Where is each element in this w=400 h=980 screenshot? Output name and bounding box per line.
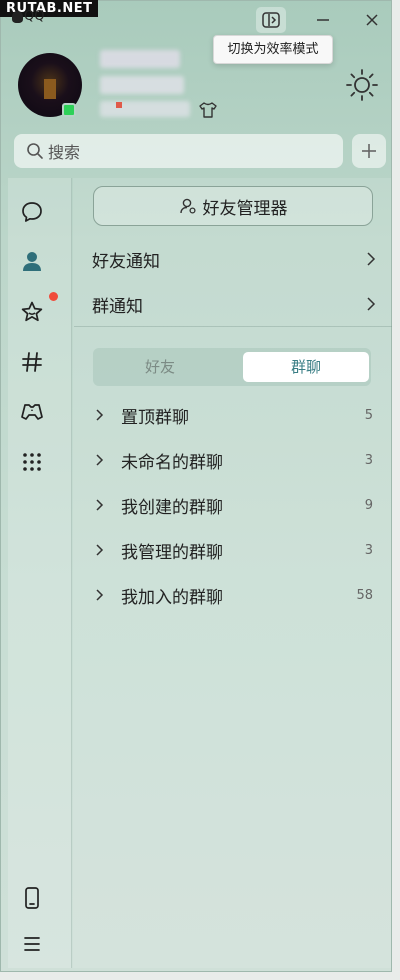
group-category-count: 5: [364, 407, 373, 423]
group-category-label: 置顶群聊: [121, 407, 189, 428]
tab-groups[interactable]: 群聊: [243, 352, 369, 382]
chevron-right-icon: [96, 544, 104, 556]
friend-notice-row[interactable]: 好友通知: [92, 244, 376, 274]
efficiency-mode-button[interactable]: [256, 7, 286, 33]
group-category-label: 我创建的群聊: [121, 497, 223, 518]
group-notice-label: 群通知: [92, 296, 143, 317]
outfit-shirt-icon[interactable]: [198, 100, 218, 120]
group-category-count: 3: [364, 542, 373, 558]
menu-icon[interactable]: [20, 932, 44, 956]
tab-friends[interactable]: 好友: [97, 352, 223, 382]
signature-redacted: [100, 76, 184, 94]
plus-icon: [362, 144, 376, 158]
search-input[interactable]: 搜索: [14, 134, 343, 168]
friend-manager-label: 好友管理器: [202, 198, 288, 219]
efficiency-tooltip: 切换为效率模式: [213, 35, 333, 64]
apps-grid-icon[interactable]: [20, 450, 44, 474]
contacts-tab-switcher: 好友 群聊: [93, 348, 371, 386]
phone-icon[interactable]: [20, 886, 44, 910]
theme-sun-icon[interactable]: [345, 68, 379, 102]
redacted-pixel: [116, 102, 122, 108]
group-category-count: 3: [364, 452, 373, 468]
hashtag-channel-icon[interactable]: [20, 350, 44, 374]
group-category-label: 未命名的群聊: [121, 452, 223, 473]
group-category-row[interactable]: 我加入的群聊 58: [93, 580, 375, 610]
contacts-person-icon[interactable]: [20, 249, 44, 273]
chevron-right-icon: [96, 409, 104, 421]
friend-manager-button[interactable]: 好友管理器: [93, 186, 373, 226]
group-category-row[interactable]: 我管理的群聊 3: [93, 535, 375, 565]
search-icon: [27, 143, 43, 159]
chevron-right-icon: [96, 454, 104, 466]
divider: [74, 326, 392, 327]
group-category-label: 我加入的群聊: [121, 587, 223, 608]
nickname-redacted[interactable]: [100, 50, 180, 68]
chevron-right-icon: [96, 589, 104, 601]
notification-badge: [49, 292, 58, 301]
sidebar: [8, 178, 72, 968]
chevron-right-icon: [96, 499, 104, 511]
chat-bubble-icon[interactable]: [20, 200, 44, 224]
friend-manager-icon: [179, 198, 196, 214]
group-category-row[interactable]: 我创建的群聊 9: [93, 490, 375, 520]
minimize-icon: [317, 19, 329, 21]
group-category-count: 58: [356, 587, 373, 603]
group-notice-row[interactable]: 群通知: [92, 289, 376, 319]
qq-logo-icon: [12, 11, 23, 23]
sidebar-toggle-icon: [262, 12, 280, 28]
app-logo-text: QQ: [24, 9, 45, 24]
star-space-icon[interactable]: [20, 300, 44, 324]
group-category-label: 我管理的群聊: [121, 542, 223, 563]
status-line-redacted: [100, 101, 190, 117]
search-placeholder: 搜索: [48, 143, 81, 162]
group-category-row[interactable]: 未命名的群聊 3: [93, 445, 375, 475]
group-category-row[interactable]: 置顶群聊 5: [93, 400, 375, 430]
close-icon: [366, 14, 378, 26]
add-button[interactable]: [352, 134, 386, 168]
minimize-button[interactable]: [308, 7, 338, 33]
game-controller-icon[interactable]: [20, 400, 44, 424]
chevron-right-icon: [367, 252, 376, 266]
online-status-badge[interactable]: [62, 103, 76, 117]
close-button[interactable]: [357, 7, 387, 33]
chevron-right-icon: [367, 297, 376, 311]
group-category-count: 9: [364, 497, 373, 513]
friend-notice-label: 好友通知: [92, 251, 160, 272]
